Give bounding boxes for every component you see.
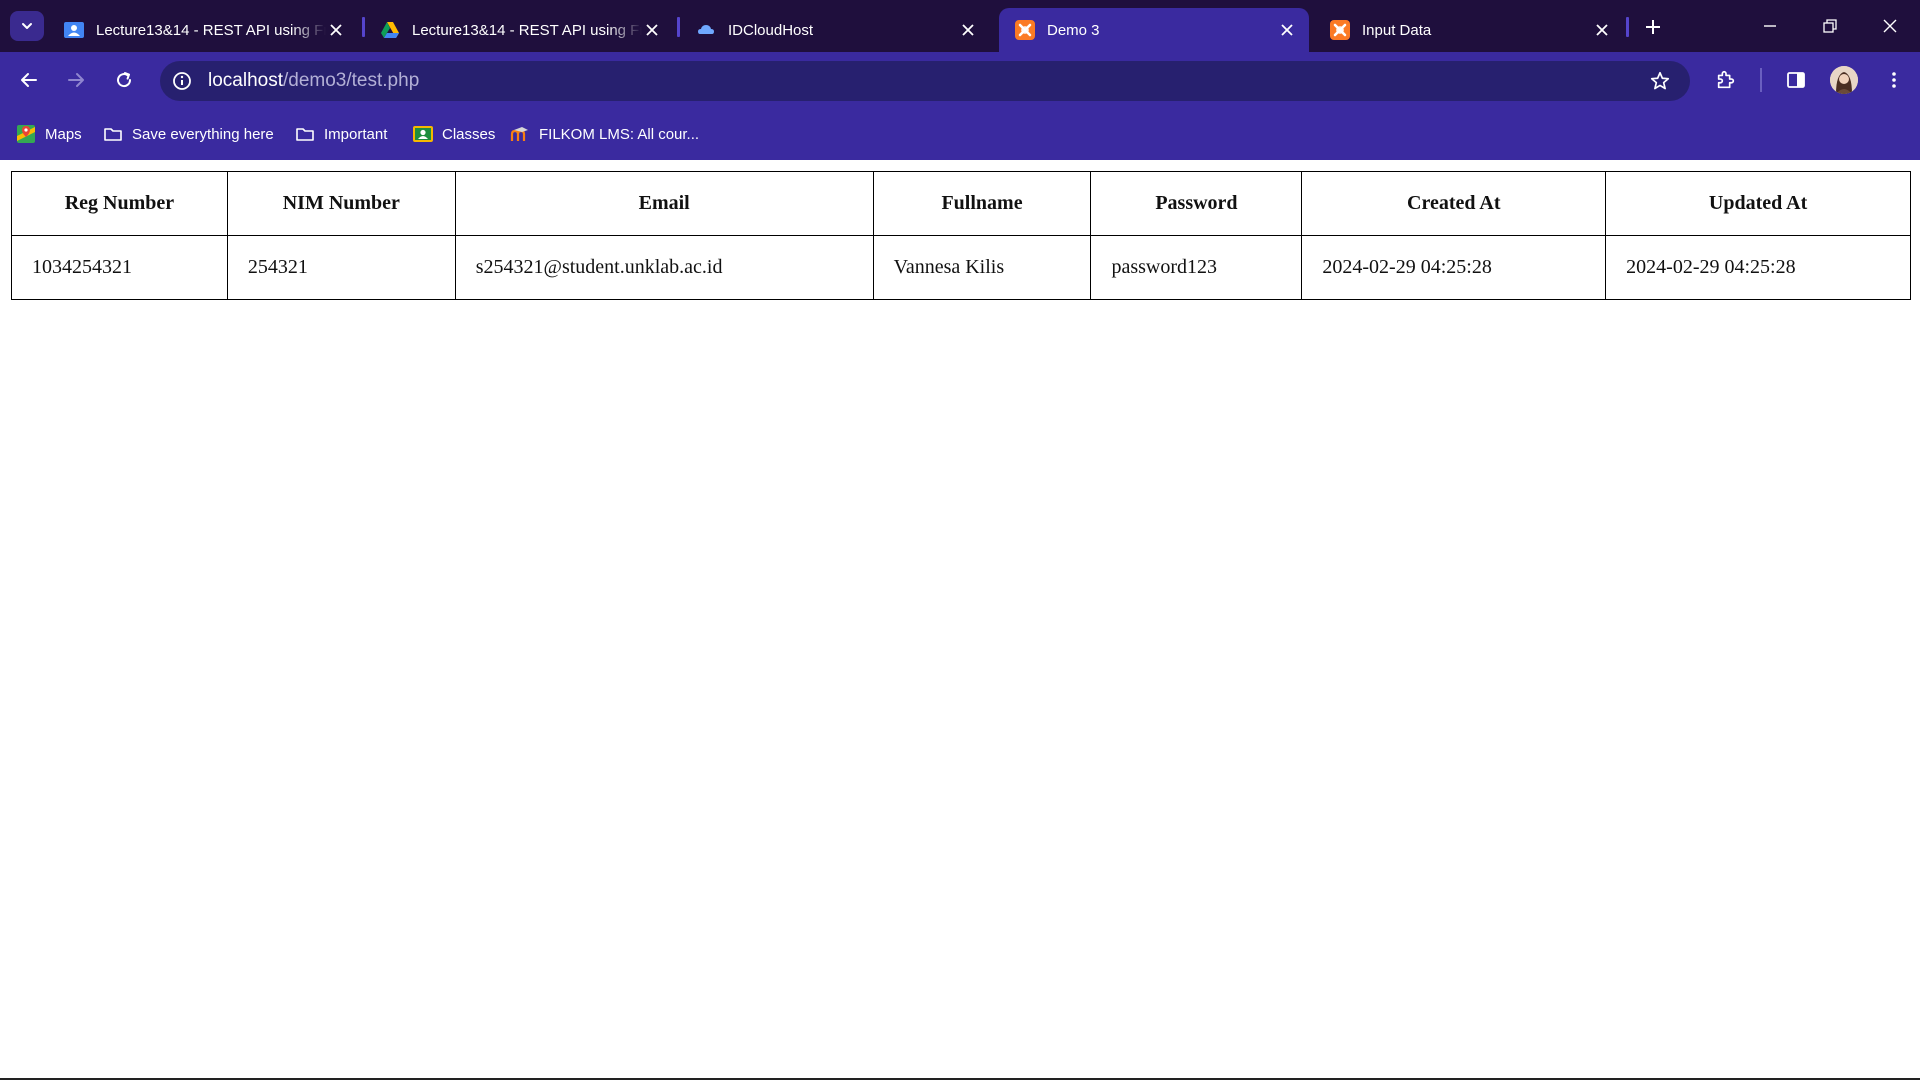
chevron-down-icon [22, 23, 32, 29]
bookmark-label: FILKOM LMS: All cour... [539, 125, 700, 143]
address-bar[interactable]: localhost/demo3/test.php [160, 61, 1690, 101]
cell-updated-at: 2024-02-29 04:25:28 [1605, 235, 1911, 300]
column-header-password: Password [1090, 171, 1303, 236]
tab-idcloudhost[interactable]: IDCloudHost [680, 8, 990, 52]
arrow-right-icon [68, 73, 84, 87]
bookmark-maps[interactable]: Maps [16, 121, 82, 147]
site-info-icon[interactable] [168, 67, 196, 95]
back-button[interactable] [11, 62, 47, 98]
tab-title: Lecture13&14 - REST API using Fra [412, 21, 642, 39]
tab-strip: Lecture13&14 - REST API using Fra Lectur… [0, 0, 1920, 52]
cell-reg-number: 1034254321 [11, 235, 228, 300]
plus-icon [1646, 20, 1660, 34]
reload-icon [117, 72, 132, 88]
close-icon [1883, 19, 1897, 33]
xampp-icon [1330, 20, 1350, 40]
google-classroom-icon [64, 20, 84, 40]
tab-title: Demo 3 [1047, 21, 1100, 39]
tab-title: Input Data [1362, 21, 1432, 39]
tab-separator [1626, 17, 1629, 37]
google-drive-icon [380, 20, 400, 40]
idcloudhost-cloud-icon [696, 20, 716, 40]
minimize-button[interactable] [1750, 8, 1790, 44]
arrow-left-icon [21, 73, 37, 87]
cell-email: s254321@student.unklab.ac.id [454, 235, 874, 300]
restore-button[interactable] [1810, 8, 1850, 44]
tab-lecture-classroom[interactable]: Lecture13&14 - REST API using Fra [48, 8, 358, 52]
bookmark-label: Save everything here [132, 125, 274, 143]
bookmark-filkom-lms[interactable]: FILKOM LMS: All cour... [510, 121, 699, 147]
close-window-button[interactable] [1870, 8, 1910, 44]
tab-title: IDCloudHost [728, 21, 814, 39]
column-header-reg-number: Reg Number [11, 171, 228, 236]
cell-nim-number: 254321 [226, 235, 456, 300]
extensions-button[interactable] [1708, 62, 1744, 98]
moodle-icon [510, 124, 530, 144]
toolbar-divider [1760, 68, 1762, 92]
bookmark-label: Maps [45, 125, 82, 143]
tab-search-button[interactable] [10, 11, 44, 41]
table-row: 1034254321 254321 s254321@student.unklab… [11, 235, 1911, 300]
bookmark-classes[interactable]: Classes [413, 121, 495, 147]
bookmarks-bar: Maps Save everything here Important Clas… [0, 108, 1920, 160]
tab-input-data[interactable]: Input Data [1314, 8, 1624, 52]
column-header-email: Email [454, 171, 874, 236]
restore-icon [1823, 19, 1837, 33]
browser-toolbar: localhost/demo3/test.php [0, 52, 1920, 108]
close-tab-icon[interactable] [326, 20, 346, 40]
url-host: localhost [208, 70, 283, 91]
cell-created-at: 2024-02-29 04:25:28 [1301, 235, 1607, 300]
bookmark-label: Classes [442, 125, 496, 143]
puzzle-piece-icon [1717, 70, 1735, 89]
minimize-icon [1764, 25, 1776, 27]
close-tab-icon[interactable] [1592, 20, 1612, 40]
folder-icon [295, 124, 315, 144]
user-data-table: Reg Number NIM Number Email Fullname Pas… [11, 171, 1911, 300]
tab-title: Lecture13&14 - REST API using Fra [96, 21, 326, 39]
more-vert-icon [1892, 72, 1896, 88]
xampp-icon [1015, 20, 1035, 40]
side-panel-icon [1787, 72, 1805, 88]
table-header-row: Reg Number NIM Number Email Fullname Pas… [11, 171, 1911, 236]
column-header-updated-at: Updated At [1605, 171, 1911, 236]
google-classroom-icon [413, 124, 433, 144]
url-text: localhost/demo3/test.php [208, 70, 419, 92]
url-path: /demo3/test.php [283, 70, 420, 91]
profile-avatar[interactable] [1830, 66, 1858, 94]
cell-password: password123 [1090, 235, 1303, 300]
bookmark-label: Important [324, 125, 388, 143]
reload-button[interactable] [106, 62, 142, 98]
tab-lecture-drive[interactable]: Lecture13&14 - REST API using Fra [364, 8, 674, 52]
folder-icon [103, 124, 123, 144]
page-content: Reg Number NIM Number Email Fullname Pas… [0, 160, 1920, 1080]
close-tab-icon[interactable] [958, 20, 978, 40]
new-tab-button[interactable] [1636, 10, 1670, 44]
google-maps-icon [16, 124, 36, 144]
cell-fullname: Vannesa Kilis [872, 235, 1092, 300]
bookmark-star-icon[interactable] [1646, 67, 1674, 95]
close-tab-icon[interactable] [642, 20, 662, 40]
tab-demo-3[interactable]: Demo 3 [999, 8, 1309, 52]
forward-button[interactable] [58, 62, 94, 98]
column-header-nim-number: NIM Number [226, 171, 456, 236]
side-panel-button[interactable] [1778, 62, 1814, 98]
close-tab-icon[interactable] [1277, 20, 1297, 40]
bookmark-important[interactable]: Important [295, 121, 387, 147]
column-header-created-at: Created At [1301, 171, 1607, 236]
bookmark-save-everything-here[interactable]: Save everything here [103, 121, 274, 147]
column-header-fullname: Fullname [872, 171, 1092, 236]
menu-button[interactable] [1876, 62, 1912, 98]
